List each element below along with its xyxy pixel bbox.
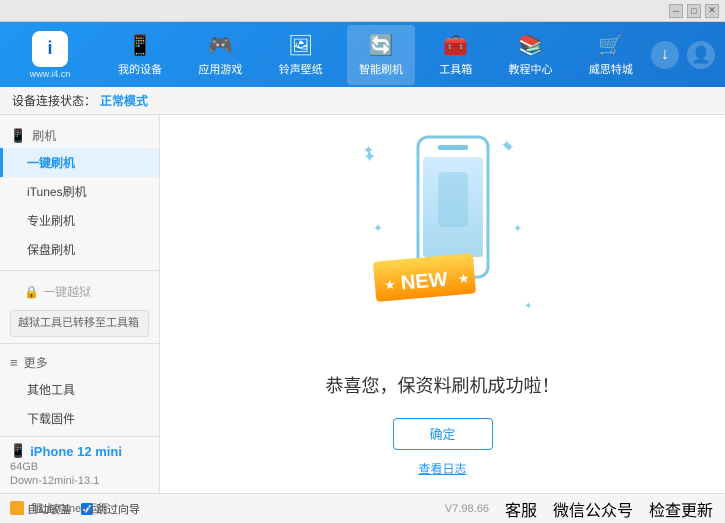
title-bar: ─ □ ✕: [0, 0, 725, 22]
more-group-icon: ≡: [10, 355, 18, 370]
footer-link-wechat[interactable]: 微信公众号: [553, 497, 633, 521]
nav-item-tutorial[interactable]: 📚 教程中心: [497, 25, 565, 85]
lock-icon: 🔒: [24, 285, 39, 299]
nav-item-toolbox[interactable]: 🧰 工具箱: [427, 25, 484, 85]
footer-link-update[interactable]: 检查更新: [649, 497, 713, 521]
mall-icon: 🛒: [598, 33, 623, 58]
itunes-running: 阻止iTunes运行: [0, 493, 109, 523]
sidebar-item-itunes-flash[interactable]: iTunes刷机: [0, 177, 159, 206]
save-flash-label: 保盘刷机: [27, 243, 75, 257]
nav-label-my-device: 我的设备: [118, 61, 162, 77]
one-key-flash-label: 一键刷机: [27, 156, 75, 170]
header: i www.i4.cn 📱 我的设备 🎮 应用游戏 🖼 铃声壁纸 🔄 智能刷机 …: [0, 22, 725, 87]
sidebar-group-flash[interactable]: 📱 刷机: [0, 123, 159, 148]
sparkle-1: ✦: [363, 142, 375, 159]
nav-label-tutorial: 教程中心: [509, 61, 553, 77]
logo-icon: i: [32, 31, 68, 67]
sidebar-bottom: 📱 iPhone 12 mini 64GB Down-12mini-13.1: [0, 436, 160, 493]
itunes-icon: [10, 501, 24, 515]
header-right: ↓ 👤: [651, 41, 715, 69]
flash-icon: 🔄: [369, 33, 394, 58]
download-button[interactable]: ↓: [651, 41, 679, 69]
nav-item-smart-flash[interactable]: 🔄 智能刷机: [347, 25, 415, 85]
user-button[interactable]: 👤: [687, 41, 715, 69]
sidebar-item-pro-flash[interactable]: 专业刷机: [0, 206, 159, 235]
apps-icon: 🎮: [208, 33, 233, 58]
logo[interactable]: i www.i4.cn: [10, 31, 90, 79]
nav-label-toolbox: 工具箱: [439, 61, 472, 77]
nav-item-ringtone-wallpaper[interactable]: 🖼 铃声壁纸: [267, 25, 335, 85]
logo-url: www.i4.cn: [30, 69, 71, 79]
jailbreak-notice: 越狱工具已转移至工具箱: [10, 310, 149, 337]
device-icon: 📱: [10, 443, 26, 459]
window-controls[interactable]: ─ □ ✕: [669, 4, 719, 18]
main-layout: 📱 刷机 一键刷机 iTunes刷机 专业刷机 保盘刷机 🔒 一键越狱 越狱工具…: [0, 115, 725, 493]
svg-text:NEW: NEW: [400, 268, 449, 294]
nav-label-apps-games: 应用游戏: [198, 61, 242, 77]
svg-text:★: ★: [384, 279, 395, 292]
sidebar-item-one-key-flash[interactable]: 一键刷机: [0, 148, 159, 177]
itunes-label: 阻止iTunes运行: [32, 500, 109, 516]
toolbox-icon: 🧰: [443, 33, 468, 58]
device-storage: 64GB: [10, 461, 150, 473]
nav-item-mall[interactable]: 🛒 威思特城: [577, 25, 645, 85]
svg-text:★: ★: [458, 272, 469, 285]
minimize-button[interactable]: ─: [669, 4, 683, 18]
success-message: 恭喜您，保资料刷机成功啦！: [326, 372, 560, 398]
sidebar-group-more[interactable]: ≡ 更多: [0, 350, 159, 375]
tutorial-icon: 📚: [518, 33, 543, 58]
sidebar-item-download-firmware[interactable]: 下载固件: [0, 404, 159, 433]
maximize-button[interactable]: □: [687, 4, 701, 18]
phone-svg: ★ NEW ★ ✦ ✦ ✦ ✦: [343, 132, 543, 352]
confirm-button[interactable]: 确定: [393, 418, 493, 450]
sidebar-item-save-flash[interactable]: 保盘刷机: [0, 235, 159, 264]
phone-illustration: ✦ ✦ ✦: [343, 132, 543, 352]
device-version: Down-12mini-13.1: [10, 475, 150, 487]
nav-label-ringtone: 铃声壁纸: [279, 61, 323, 77]
nav-label-mall: 威思特城: [589, 61, 633, 77]
footer-link-service[interactable]: 客服: [505, 497, 537, 521]
nav-item-my-device[interactable]: 📱 我的设备: [106, 25, 174, 85]
device-info: 📱 iPhone 12 mini 64GB Down-12mini-13.1: [0, 437, 160, 493]
close-button[interactable]: ✕: [705, 4, 719, 18]
flash-group-label: 刷机: [32, 127, 56, 144]
itunes-flash-label: iTunes刷机: [27, 185, 87, 199]
sidebar-item-other-tools[interactable]: 其他工具: [0, 375, 159, 404]
flash-group-icon: 📱: [10, 128, 26, 144]
more-group-label: 更多: [24, 354, 48, 371]
sidebar-group-jailbreak: 🔒 一键越狱: [0, 277, 159, 306]
logo-letter: i: [47, 38, 52, 59]
device-name: 📱 iPhone 12 mini: [10, 443, 150, 459]
download-firmware-label: 下载固件: [27, 412, 75, 426]
version-text: V7.98.66: [445, 503, 489, 515]
nav-item-apps-games[interactable]: 🎮 应用游戏: [186, 25, 254, 85]
log-link[interactable]: 查看日志: [418, 460, 466, 477]
jailbreak-notice-text: 越狱工具已转移至工具箱: [18, 317, 139, 329]
content-area: ✦ ✦ ✦: [160, 115, 725, 493]
bottom-footer: 自动敏盖 跳过向导 阻止iTunes运行 V7.98.66 客服 微信公众号 检…: [0, 493, 725, 523]
sidebar: 📱 刷机 一键刷机 iTunes刷机 专业刷机 保盘刷机 🔒 一键越狱 越狱工具…: [0, 115, 160, 493]
nav-label-smart-flash: 智能刷机: [359, 61, 403, 77]
phone-icon: 📱: [128, 33, 153, 58]
sparkle-3: ✦: [524, 301, 532, 312]
other-tools-label: 其他工具: [27, 383, 75, 397]
divider-2: [0, 343, 159, 344]
status-value: 正常模式: [100, 92, 148, 109]
divider-1: [0, 270, 159, 271]
nav-bar: 📱 我的设备 🎮 应用游戏 🖼 铃声壁纸 🔄 智能刷机 🧰 工具箱 📚 教程中心: [100, 25, 651, 85]
ringtone-icon: 🖼: [288, 33, 313, 58]
jailbreak-group-label: 一键越狱: [43, 283, 91, 300]
svg-text:✦: ✦: [513, 223, 522, 235]
status-label: 设备连接状态：: [12, 92, 96, 109]
svg-text:✦: ✦: [373, 221, 383, 235]
sparkle-2: ✦: [501, 137, 513, 154]
pro-flash-label: 专业刷机: [27, 214, 75, 228]
status-bar: 设备连接状态： 正常模式: [0, 87, 725, 115]
